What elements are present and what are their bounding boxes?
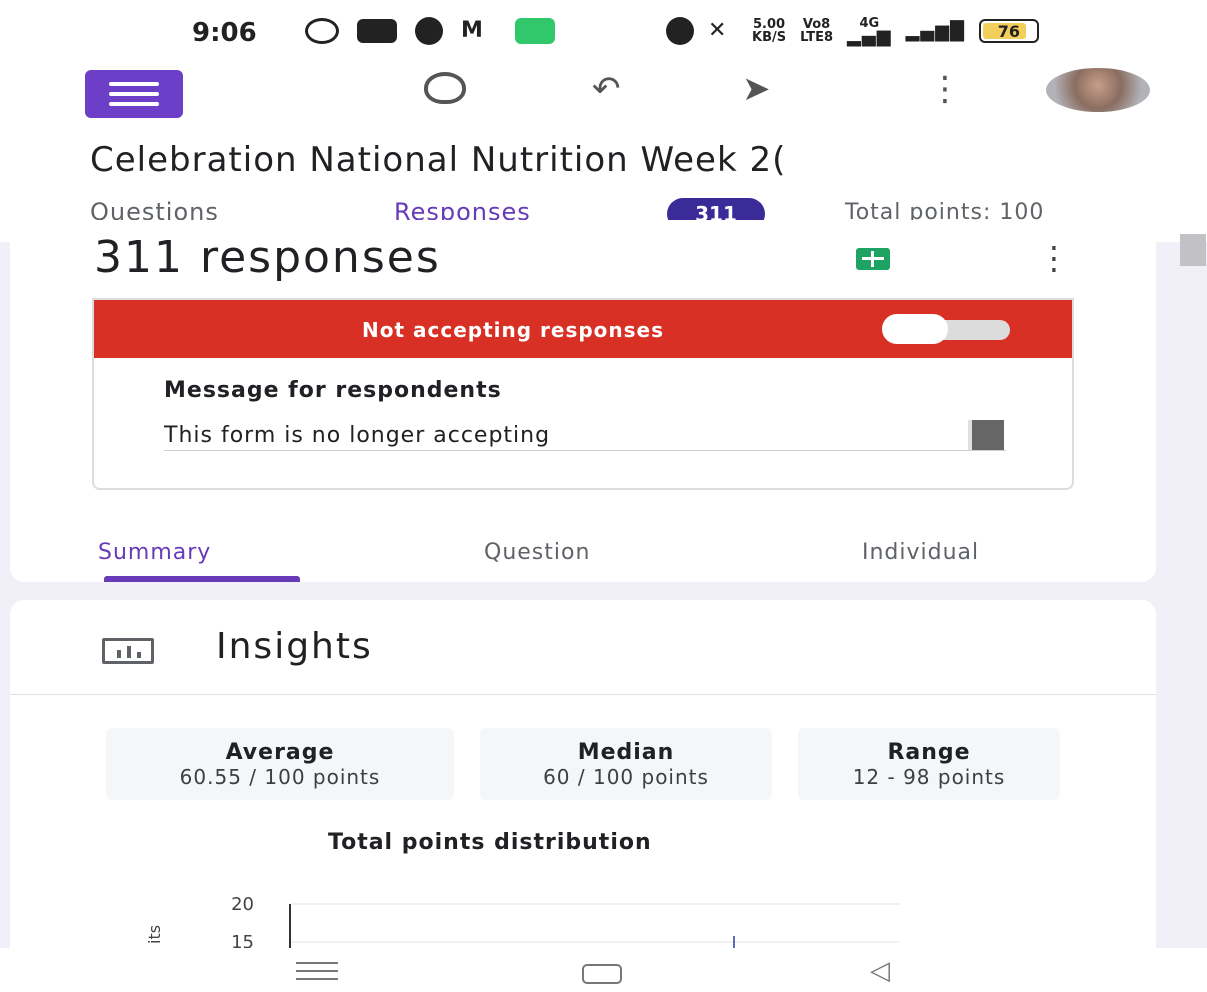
not-accepting-banner: Not accepting responses — [94, 300, 1072, 358]
divider — [10, 694, 1156, 695]
stat-range: Range 12 - 98 points — [798, 728, 1060, 800]
mute-icon: ✕ — [708, 18, 727, 43]
status-bar: 9:06 Μ ✕ 5.00 KB/S Vo8 LTE8 4G ▂▄▆ ▂▄▆█ … — [0, 0, 1207, 62]
network-type: 4G ▂▄▆ — [847, 17, 892, 47]
accepting-toggle-knob[interactable] — [882, 314, 948, 344]
chart-grid: 2015 — [231, 894, 900, 953]
responses-count-heading: 311 responses — [94, 232, 441, 283]
stat-range-value: 12 - 98 points — [852, 765, 1006, 789]
status-icons-right: ✕ 5.00 KB/S Vo8 LTE8 4G ▂▄▆ ▂▄▆█ 76 — [666, 17, 1039, 47]
responses-card: 311 responses ⋮ Not accepting responses … — [10, 220, 1156, 582]
stat-average: Average 60.55 / 100 points — [106, 728, 454, 800]
status-icons-left: Μ — [305, 17, 555, 45]
stat-average-label: Average — [225, 740, 335, 765]
stat-median-value: 60 / 100 points — [543, 765, 709, 789]
sheets-icon[interactable] — [856, 248, 890, 270]
whatsapp-icon — [305, 18, 339, 44]
tab-question[interactable]: Question — [484, 540, 590, 565]
back-icon[interactable]: ◁ — [870, 958, 890, 984]
message-label: Message for respondents — [164, 378, 502, 403]
status-time: 9:06 — [192, 18, 257, 48]
chart-title: Total points distribution — [328, 830, 652, 855]
insights-icon — [102, 638, 154, 664]
gmail-icon: Μ — [461, 18, 483, 43]
tab-individual[interactable]: Individual — [862, 540, 979, 565]
recent-apps-icon[interactable] — [296, 962, 338, 986]
stat-median-label: Median — [577, 740, 675, 765]
undo-icon[interactable]: ↶ — [592, 72, 621, 106]
y-axis-label: its — [145, 925, 164, 944]
youtube-icon — [357, 19, 397, 43]
volte-sub-label: LTE8 — [800, 30, 834, 45]
insights-card: Insights Average 60.55 / 100 points Medi… — [10, 600, 1156, 960]
volte-indicator: Vo8 LTE8 — [800, 18, 833, 44]
accepting-responses-panel: Not accepting responses Message for resp… — [92, 298, 1074, 490]
chrome-icon — [415, 17, 443, 45]
summary-tab-indicator — [104, 576, 300, 582]
y-tick-label: 20 — [231, 894, 254, 915]
form-title: Celebration National Nutrition Week 2( — [90, 140, 787, 180]
stat-average-value: 60.55 / 100 points — [179, 765, 381, 789]
phone-app-icon — [515, 18, 555, 44]
more-vert-icon[interactable]: ⋮ — [928, 72, 962, 106]
net-speed: 5.00 KB/S — [752, 18, 786, 44]
battery-level: 76 — [997, 22, 1021, 41]
avatar[interactable] — [1046, 68, 1150, 112]
text-field-scroll-handle[interactable] — [968, 420, 1004, 450]
stat-median: Median 60 / 100 points — [480, 728, 772, 800]
tab-summary[interactable]: Summary — [98, 540, 211, 565]
signal-icon: ▂▄▆ — [847, 26, 892, 47]
nav-bar: ◁ — [0, 948, 1207, 992]
net-speed-unit: KB/S — [752, 30, 787, 45]
stat-range-label: Range — [887, 740, 971, 765]
forms-logo-icon[interactable] — [85, 70, 183, 118]
alarm-icon — [666, 17, 694, 45]
battery-icon: 76 — [978, 19, 1039, 43]
home-icon[interactable] — [582, 964, 622, 984]
scrollbar-thumb[interactable] — [1180, 234, 1206, 266]
insights-title: Insights — [216, 626, 373, 667]
message-field[interactable] — [164, 420, 1006, 451]
signal-icon: ▂▄▆█ — [905, 20, 965, 42]
send-icon[interactable]: ➤ — [742, 72, 771, 106]
palette-icon[interactable] — [424, 72, 466, 104]
banner-text: Not accepting responses — [362, 318, 665, 342]
more-vert-icon[interactable]: ⋮ — [1038, 242, 1070, 274]
